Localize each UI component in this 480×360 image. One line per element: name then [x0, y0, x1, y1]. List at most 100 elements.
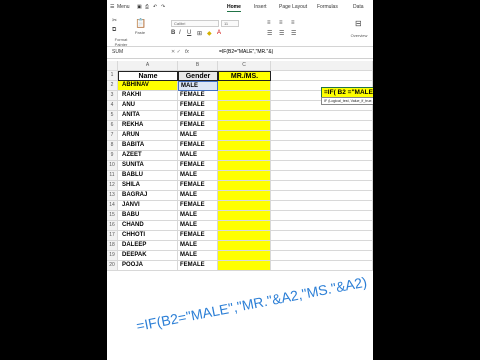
tab-data[interactable]: Data — [353, 4, 364, 10]
title-cell[interactable] — [218, 121, 271, 131]
name-cell[interactable]: CHAND — [118, 221, 178, 231]
tab-formulas[interactable]: Formulas — [317, 4, 338, 10]
empty-cell[interactable] — [271, 71, 373, 81]
menu-icon[interactable]: ☰ — [110, 4, 114, 10]
gender-cell[interactable]: FEMALE — [178, 111, 218, 121]
gender-cell[interactable]: MALE — [178, 211, 218, 221]
row-header[interactable]: 15 — [107, 211, 118, 221]
column-header-a[interactable]: A — [118, 61, 178, 71]
copy-icon[interactable]: ⧉ — [112, 27, 116, 34]
title-cell[interactable] — [218, 251, 271, 261]
name-cell[interactable]: ABHINAV — [118, 81, 178, 91]
undo-icon[interactable]: ↶ — [153, 4, 157, 10]
align-bottom-icon[interactable]: ≡ — [291, 20, 295, 26]
font-size-select[interactable]: 11 — [221, 20, 239, 27]
name-cell[interactable]: BABU — [118, 211, 178, 221]
gender-cell[interactable]: FEMALE — [178, 141, 218, 151]
empty-cell[interactable] — [271, 121, 373, 131]
tab-home[interactable]: Home — [227, 4, 241, 12]
empty-cell[interactable] — [271, 211, 373, 221]
row-header[interactable]: 1 — [107, 71, 118, 81]
row-header[interactable]: 8 — [107, 141, 118, 151]
row-header[interactable]: 13 — [107, 191, 118, 201]
row-header[interactable]: 11 — [107, 171, 118, 181]
title-cell[interactable] — [218, 131, 271, 141]
title-cell[interactable] — [218, 231, 271, 241]
name-cell[interactable]: JANVI — [118, 201, 178, 211]
row-header[interactable]: 10 — [107, 161, 118, 171]
empty-cell[interactable] — [271, 251, 373, 261]
name-cell[interactable]: AZEET — [118, 151, 178, 161]
empty-cell[interactable] — [271, 171, 373, 181]
name-cell[interactable]: SHILA — [118, 181, 178, 191]
tab-page-layout[interactable]: Page Layout — [279, 4, 307, 10]
gender-cell[interactable]: FEMALE — [178, 101, 218, 111]
row-header[interactable]: 7 — [107, 131, 118, 141]
empty-cell[interactable] — [271, 231, 373, 241]
name-cell[interactable]: REKHA — [118, 121, 178, 131]
name-cell[interactable]: BABITA — [118, 141, 178, 151]
title-cell[interactable] — [218, 151, 271, 161]
title-cell[interactable] — [218, 241, 271, 251]
font-name-select[interactable]: Calibri — [171, 20, 219, 27]
fill-color-icon[interactable]: ◆ — [207, 30, 212, 37]
overview-button[interactable]: Overview — [345, 33, 373, 38]
empty-cell[interactable] — [271, 261, 373, 271]
formula-input[interactable]: =IF(B2="MALE","MR."&) — [219, 49, 273, 56]
column-header-c[interactable]: C — [218, 61, 271, 71]
gender-cell[interactable]: MALE — [178, 221, 218, 231]
name-cell[interactable]: SUNITA — [118, 161, 178, 171]
paste-button[interactable]: Paste — [132, 30, 148, 35]
name-cell[interactable]: CHHOTI — [118, 231, 178, 241]
menu-label[interactable]: Menu — [117, 4, 130, 10]
header-title-cell[interactable]: MR./MS. — [218, 71, 271, 81]
title-cell[interactable] — [218, 211, 271, 221]
gender-cell[interactable]: MALE — [178, 191, 218, 201]
borders-icon[interactable]: ⊞ — [197, 30, 202, 37]
empty-cell[interactable] — [271, 191, 373, 201]
title-cell[interactable] — [218, 171, 271, 181]
row-header[interactable]: 2 — [107, 81, 118, 91]
header-gender-cell[interactable]: Gender — [178, 71, 218, 81]
empty-cell[interactable] — [271, 201, 373, 211]
tab-insert[interactable]: Insert — [254, 4, 267, 10]
italic-icon[interactable]: I — [179, 30, 181, 36]
row-header[interactable]: 5 — [107, 111, 118, 121]
gender-cell[interactable]: MALE — [178, 251, 218, 261]
gender-cell[interactable]: MALE — [178, 171, 218, 181]
align-top-icon[interactable]: ≡ — [267, 20, 271, 26]
name-cell[interactable]: RAKHI — [118, 91, 178, 101]
row-header[interactable]: 16 — [107, 221, 118, 231]
row-header[interactable]: 14 — [107, 201, 118, 211]
fx-icon[interactable]: fx — [185, 49, 189, 56]
gender-cell[interactable]: MALE — [178, 81, 218, 91]
title-cell[interactable] — [218, 221, 271, 231]
bold-icon[interactable]: B — [171, 30, 175, 36]
title-cell[interactable] — [218, 161, 271, 171]
align-right-icon[interactable]: ☰ — [291, 30, 296, 37]
name-box[interactable]: SUM — [109, 49, 168, 56]
row-header[interactable]: 3 — [107, 91, 118, 101]
cut-icon[interactable]: ✂ — [112, 17, 117, 24]
name-cell[interactable]: DEEPAK — [118, 251, 178, 261]
gender-cell[interactable]: MALE — [178, 131, 218, 141]
empty-cell[interactable] — [271, 151, 373, 161]
print-icon[interactable]: ⎙ — [145, 4, 149, 10]
gender-cell[interactable]: FEMALE — [178, 91, 218, 101]
name-cell[interactable]: BABLU — [118, 171, 178, 181]
column-header-b[interactable]: B — [178, 61, 218, 71]
title-cell[interactable] — [218, 191, 271, 201]
save-icon[interactable]: ▣ — [137, 4, 142, 10]
row-header[interactable]: 20 — [107, 261, 118, 271]
empty-cell[interactable] — [271, 221, 373, 231]
align-left-icon[interactable]: ☰ — [267, 30, 272, 37]
cancel-confirm-icons[interactable]: ✕ ✓ — [171, 49, 181, 56]
align-middle-icon[interactable]: ≡ — [279, 20, 283, 26]
name-cell[interactable]: POOJA — [118, 261, 178, 271]
gender-cell[interactable]: FEMALE — [178, 201, 218, 211]
row-header[interactable]: 9 — [107, 151, 118, 161]
title-cell[interactable] — [218, 91, 271, 101]
paste-icon[interactable]: 📋 — [135, 18, 146, 29]
empty-cell[interactable] — [271, 141, 373, 151]
title-cell[interactable] — [218, 81, 271, 91]
